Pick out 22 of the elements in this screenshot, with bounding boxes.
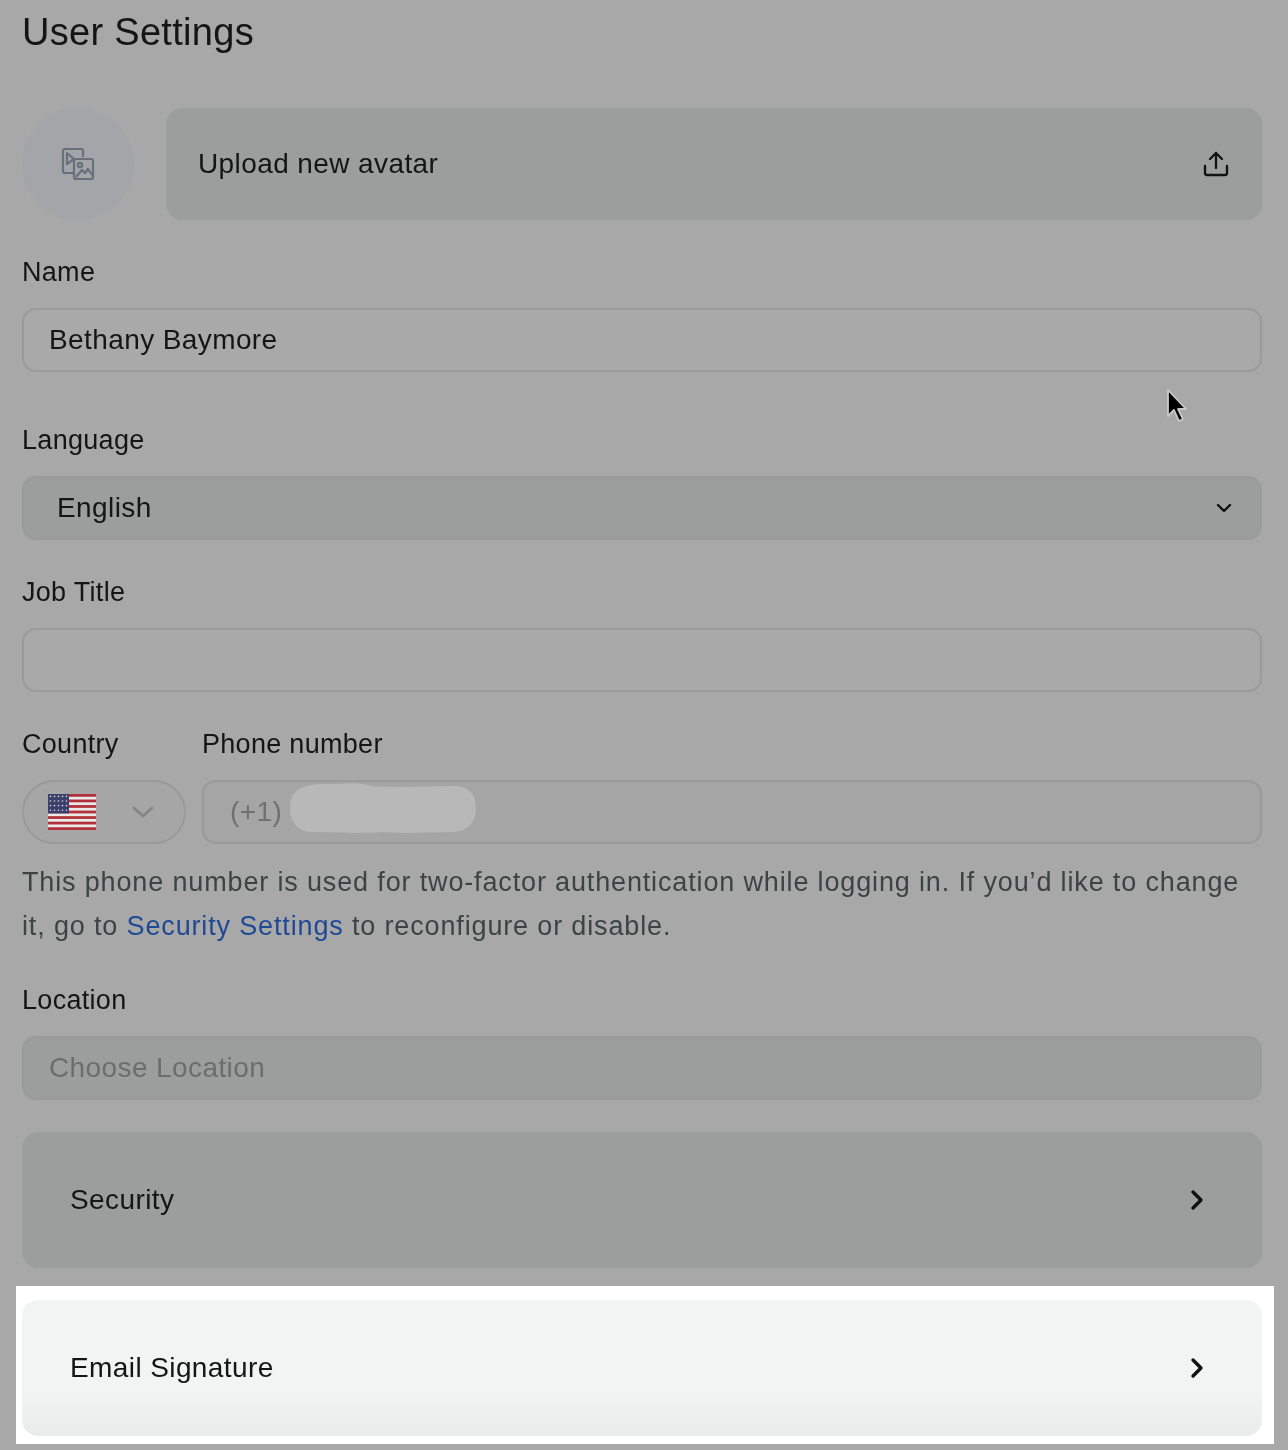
upload-avatar-button[interactable]: Upload new avatar xyxy=(166,108,1262,220)
field-label: Country xyxy=(22,728,119,761)
settings-link[interactable]: Security xyxy=(22,1132,1262,1268)
field-label: Location xyxy=(22,984,127,1017)
security-settings-link[interactable]: Security Settings xyxy=(126,911,344,941)
chevron-right-icon xyxy=(1190,1189,1204,1211)
field-label: Job Title xyxy=(22,576,126,609)
chevron-down-icon xyxy=(132,806,154,818)
chevron-right-icon xyxy=(1190,1357,1204,1379)
field-label: Phone number xyxy=(202,728,383,761)
images-icon xyxy=(61,147,95,181)
page-title: User Settings xyxy=(22,10,254,55)
help-text: This phone number is used for two-factor authentication while logging in. If you’d like to change it, go to Security Settings to reconfigure or disable. xyxy=(22,866,1241,943)
text-input[interactable]: Bethany Baymore xyxy=(22,308,1262,372)
chevron-down-icon xyxy=(1216,503,1232,513)
field-label: Name xyxy=(22,256,96,289)
field-label: Language xyxy=(22,424,145,457)
language-select[interactable]: English xyxy=(22,476,1262,540)
pointer-cursor-icon xyxy=(1166,388,1188,424)
upload-icon xyxy=(1203,151,1229,177)
us-flag-icon xyxy=(48,794,96,830)
settings-link[interactable]: Email Signature xyxy=(22,1300,1262,1436)
